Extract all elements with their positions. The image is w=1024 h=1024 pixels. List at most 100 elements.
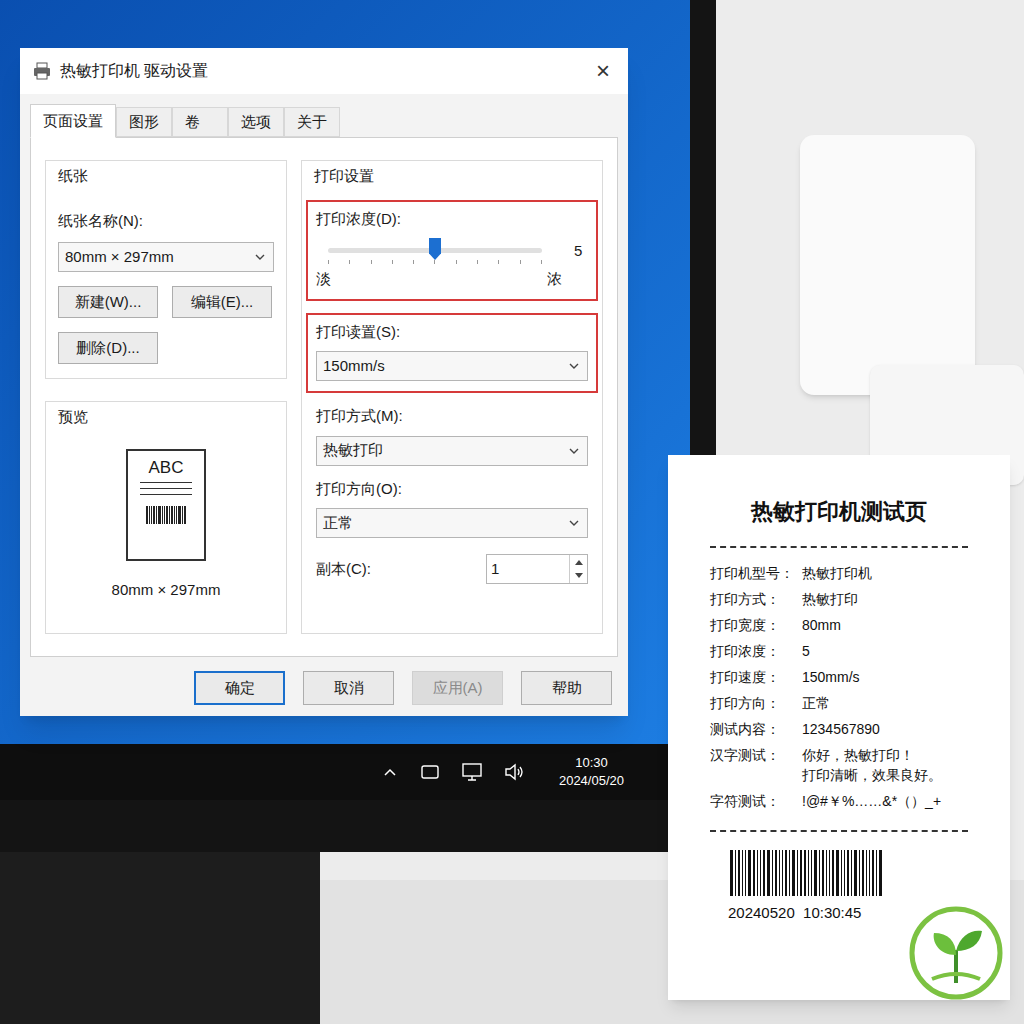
field-label: 打印浓度(D): (316, 208, 588, 231)
bar (876, 850, 877, 896)
spinner-arrows (569, 555, 587, 583)
taskbar: 10:302024/05/20 (0, 744, 690, 800)
slider-thumb[interactable] (429, 238, 441, 260)
bar (738, 850, 740, 896)
density-box: 打印浓度(D): 5淡浓 (306, 200, 598, 301)
mode-select-value: 热敏打印 (323, 439, 383, 462)
receipt-label: 打印浓度： (710, 642, 802, 660)
bar (169, 506, 170, 524)
date: 2024/05/20 (559, 772, 624, 790)
dashed-line (710, 830, 968, 832)
arrow-down-icon (570, 569, 587, 583)
dialog-button[interactable]: 取消 (303, 671, 394, 705)
receipt-rows: 打印机型号：热敏打印机打印方式：热敏打印打印宽度：80mm打印浓度：5打印速度：… (710, 564, 968, 810)
tab[interactable]: 关于 (284, 107, 340, 137)
bar (782, 850, 783, 896)
bar (146, 506, 148, 524)
preview-text: ABC (149, 459, 184, 477)
direction-select[interactable]: 正常 (316, 508, 588, 538)
receipt-value-line: 热敏打印 (802, 590, 968, 608)
mode-field: 打印方式(M):热敏打印 (306, 405, 598, 466)
bar (151, 506, 152, 524)
preview-barcode (146, 506, 186, 524)
receipt-value: 热敏打印机 (802, 564, 968, 582)
receipt-label: 字符测试： (710, 792, 802, 810)
bar (819, 850, 820, 896)
speaker-icon (503, 762, 525, 782)
receipt-value-line: !@#￥%……&*（）_+ (802, 792, 968, 810)
dialog-button[interactable]: 帮助 (521, 671, 612, 705)
receipt-value: 80mm (802, 616, 968, 634)
bar (779, 850, 780, 896)
bar (854, 850, 857, 896)
bar (862, 850, 864, 896)
receipt-value: 热敏打印 (802, 590, 968, 608)
receipt-label: 打印宽度： (710, 616, 802, 634)
tick (392, 260, 393, 264)
slider-row: 5 (316, 236, 588, 266)
copies-field: 副本(C): 1 (306, 554, 598, 584)
speed-select[interactable]: 150mm/s (316, 351, 588, 381)
tick (541, 260, 542, 264)
copies-value[interactable]: 1 (487, 555, 569, 583)
bar (789, 850, 790, 896)
paper-button[interactable]: 新建(W)... (58, 286, 158, 318)
bar (767, 850, 770, 896)
tick (456, 260, 457, 264)
tab[interactable]: 页面设置 (30, 104, 116, 138)
receipt-value-line: 80mm (802, 616, 968, 634)
bar (772, 850, 773, 896)
tab-panel: 纸张纸张名称(N):80mm × 297mm新建(W)...编辑(E)...删除… (30, 137, 618, 657)
tab[interactable]: 图形 (116, 107, 172, 137)
paper-button[interactable]: 删除(D)... (58, 332, 158, 364)
slider-labels: 淡浓 (316, 268, 588, 291)
paper-select-value: 80mm × 297mm (65, 246, 174, 269)
speed-box: 打印读置(S):150mm/s (306, 313, 598, 394)
group-label: 打印设置 (306, 165, 598, 188)
copies-spinner[interactable]: 1 (486, 554, 588, 584)
min-label: 淡 (316, 268, 331, 291)
mode-select[interactable]: 热敏打印 (316, 436, 588, 466)
paper-button[interactable]: 编辑(E)... (172, 286, 272, 318)
bar (164, 506, 165, 524)
pen-holder (800, 135, 975, 395)
tick (328, 260, 329, 264)
receipt-value-line: 5 (802, 642, 968, 660)
sprout-logo-icon (908, 905, 1004, 1001)
bar (730, 850, 733, 896)
bar (748, 850, 751, 896)
arrow-up-icon (570, 555, 587, 569)
bar (184, 506, 186, 524)
paper-group: 纸张纸张名称(N):80mm × 297mm新建(W)...编辑(E)...删除… (45, 160, 287, 379)
time: 10:30 (575, 754, 608, 772)
dashed-line (710, 546, 968, 548)
dialog-button[interactable]: 确定 (194, 671, 285, 705)
receipt-title: 热敏打印机测试页 (710, 495, 968, 528)
monitor-icon (461, 762, 483, 782)
window-title: 热敏打印机 驱动设置 (60, 59, 582, 83)
chevron-down-icon (567, 444, 581, 458)
density-slider[interactable] (316, 236, 562, 266)
scene: 10:302024/05/20热敏打印机 驱动设置×页面设置图形卷选项关于纸张纸… (0, 0, 1024, 1024)
bar (808, 850, 809, 896)
bar (851, 850, 852, 896)
group-label: 纸张 (58, 165, 274, 188)
receipt-value-line: 1234567890 (802, 720, 968, 738)
tab[interactable]: 选项 (228, 107, 284, 137)
preview-line (140, 494, 192, 495)
bar (866, 850, 867, 896)
bar (804, 850, 806, 896)
field-label: 副本(C): (316, 558, 371, 581)
close-button[interactable]: × (590, 53, 616, 89)
bar (156, 506, 157, 524)
bar (811, 850, 812, 896)
chevron-down-icon (253, 250, 267, 264)
bar (153, 506, 155, 524)
paper-select[interactable]: 80mm × 297mm (58, 242, 274, 272)
receipt-label: 打印方式： (710, 590, 802, 608)
bar (869, 850, 870, 896)
bar (753, 850, 755, 896)
tab[interactable]: 卷 (172, 107, 228, 137)
bar (814, 850, 817, 896)
title-bar: 热敏打印机 驱动设置 × (20, 48, 628, 94)
